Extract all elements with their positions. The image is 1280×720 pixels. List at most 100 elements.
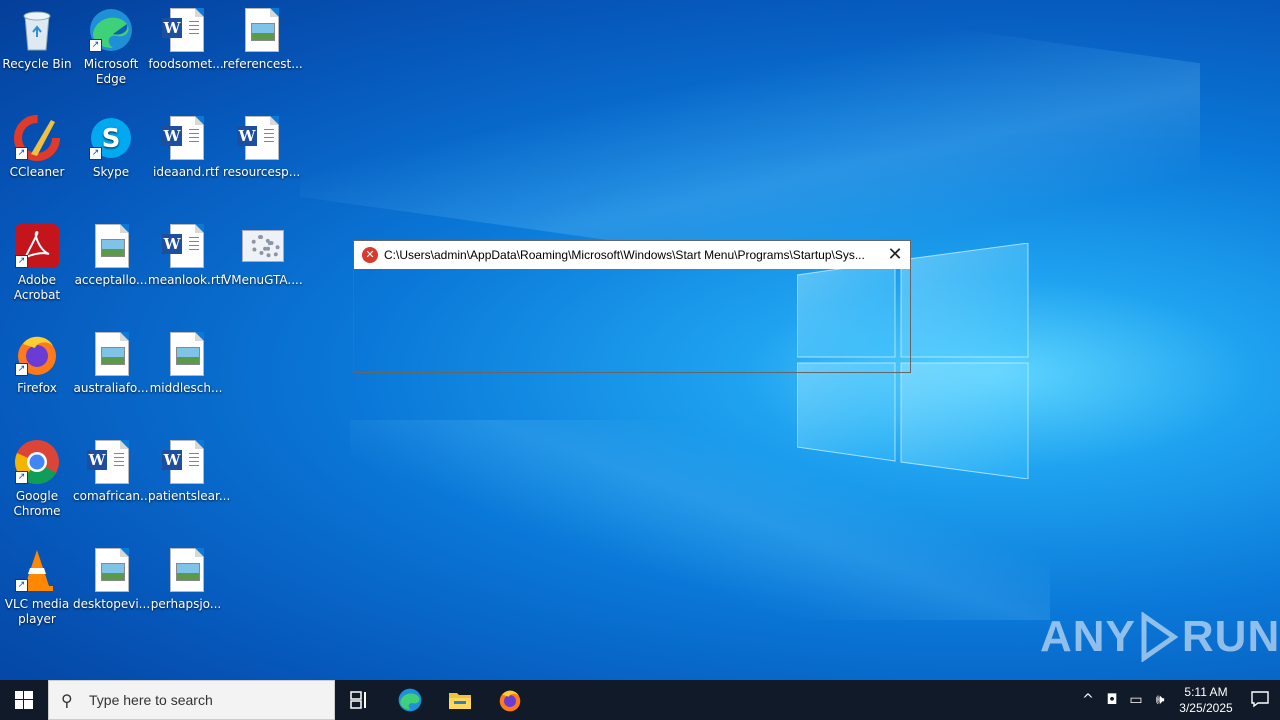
desktop-icon-vlc[interactable]: ↗ VLC media player [0,540,75,627]
word-document-icon: W [162,222,210,270]
gear-icon [237,222,285,270]
play-icon [1141,612,1178,662]
icon-label: Recycle Bin [2,57,72,71]
taskbar: ⚲ Type here to search ^ ◘ ▭ 🕪 5:11 AM 3/… [0,680,1280,720]
icon-label: VLC media player [4,597,70,626]
firefox-icon: ↗ [13,330,61,378]
icon-label: resourcesp... [223,165,301,179]
image-file-icon [237,6,285,54]
desktop-icon-image-file[interactable]: acceptallo... [73,216,149,288]
ccleaner-icon: ↗ [13,114,61,162]
word-document-icon: W [237,114,285,162]
anyrun-watermark: ANY RUN [1040,612,1280,662]
icon-label: comafrican... [73,489,152,503]
shortcut-arrow-icon: ↗ [89,39,102,52]
desktop-icon-image-file[interactable]: desktopevi... [73,540,150,612]
icon-label: CCleaner [9,165,65,179]
desktop-icon-adobe-acrobat[interactable]: ↗ Adobe Acrobat [0,216,75,303]
image-file-icon [87,546,135,594]
clock-time: 5:11 AM [1184,685,1228,699]
desktop-icon-skype[interactable]: S ↗ Skype [73,108,149,180]
desktop-icon-image-file[interactable]: perhapsjo... [148,540,224,612]
desktop-icon-ccleaner[interactable]: ↗ CCleaner [0,108,75,180]
taskbar-search-box[interactable]: ⚲ Type here to search [48,680,335,720]
image-file-icon [87,222,135,270]
taskbar-edge-button[interactable] [385,680,435,720]
desktop-icon-word-document[interactable]: W ideaand.rtf [148,108,224,180]
word-document-icon: W [162,6,210,54]
meet-now-icon[interactable]: ◘ [1100,692,1124,708]
taskbar-clock[interactable]: 5:11 AM 3/25/2025 [1172,684,1240,716]
image-file-icon [162,546,210,594]
desktop-icon-word-document[interactable]: W resourcesp... [223,108,301,180]
icon-label: Google Chrome [13,489,61,518]
chevron-up-icon[interactable]: ^ [1076,692,1100,708]
recycle-bin-icon [13,6,61,54]
icon-label: australiafo... [73,381,149,395]
shortcut-arrow-icon: ↗ [15,363,28,376]
icon-label: meanlook.rtf [148,273,225,287]
shortcut-arrow-icon: ↗ [15,471,28,484]
desktop-icon-word-document[interactable]: W foodsomet... [148,0,224,72]
icon-label: VMenuGTA.... [223,273,303,287]
desktop-icon-word-document[interactable]: W comafrican... [73,432,152,504]
icon-label: middlesch... [149,381,223,395]
image-file-icon [162,330,210,378]
icon-label: Skype [92,165,130,179]
search-icon: ⚲ [61,690,73,710]
edge-icon [398,688,422,712]
desktop-icon-settings-file[interactable]: VMenuGTA.... [223,216,303,288]
edge-icon: ↗ [87,6,135,54]
image-file-icon [87,330,135,378]
taskbar-file-explorer-button[interactable] [435,680,485,720]
firefox-icon [499,690,521,712]
word-document-icon: W [162,438,210,486]
clock-date: 3/25/2025 [1179,701,1233,715]
shortcut-arrow-icon: ↗ [15,579,28,592]
desktop-icon-firefox[interactable]: ↗ Firefox [0,324,75,396]
desktop-icon-word-document[interactable]: W patientslear... [148,432,231,504]
error-icon: ✕ [362,247,378,263]
search-placeholder: Type here to search [89,692,213,708]
word-document-icon: W [87,438,135,486]
dialog-titlebar[interactable]: ✕ C:\Users\admin\AppData\Roaming\Microso… [354,241,910,269]
adobe-acrobat-icon: ↗ [13,222,61,270]
taskbar-firefox-button[interactable] [485,680,535,720]
shortcut-arrow-icon: ↗ [89,147,102,160]
icon-label: ideaand.rtf [153,165,219,179]
icon-label: referencest... [223,57,303,71]
vlc-cone-icon: ↗ [13,546,61,594]
chrome-icon: ↗ [13,438,61,486]
dialog-title: C:\Users\admin\AppData\Roaming\Microsoft… [384,248,865,262]
icon-label: Adobe Acrobat [13,273,61,302]
shortcut-arrow-icon: ↗ [15,255,28,268]
task-view-icon [350,691,366,709]
desktop-icon-microsoft-edge[interactable]: ↗ Microsoft Edge [73,0,149,87]
error-dialog: ✕ C:\Users\admin\AppData\Roaming\Microso… [353,240,911,373]
notification-center-button[interactable] [1240,690,1280,711]
network-icon[interactable]: ▭ [1124,692,1148,708]
desktop-icon-word-document[interactable]: W meanlook.rtf [148,216,225,288]
icon-label: Microsoft Edge [83,57,139,86]
folder-icon [449,693,471,709]
shortcut-arrow-icon: ↗ [15,147,28,160]
system-tray: ^ ◘ ▭ 🕪 5:11 AM 3/25/2025 [1076,680,1280,720]
icon-label: acceptallo... [74,273,148,287]
icon-label: perhapsjo... [150,597,222,611]
volume-icon[interactable]: 🕪 [1148,692,1172,708]
desktop-icon-image-file[interactable]: middlesch... [148,324,224,396]
icon-label: patientslear... [148,489,231,503]
desktop-icon-image-file[interactable]: australiafo... [73,324,149,396]
watermark-text-right: RUN [1181,612,1280,661]
notification-icon [1251,690,1269,707]
watermark-text-left: ANY [1040,612,1136,661]
close-button[interactable]: ✕ [880,241,910,269]
desktop-icon-google-chrome[interactable]: ↗ Google Chrome [0,432,75,519]
desktop-icon-recycle-bin[interactable]: Recycle Bin [0,0,75,72]
task-view-button[interactable] [335,680,385,720]
icon-label: foodsomet... [148,57,224,71]
start-button[interactable] [0,680,48,720]
svg-text:S: S [102,124,121,154]
icon-label: Firefox [17,381,57,395]
desktop-icon-image-file[interactable]: referencest... [223,0,303,72]
